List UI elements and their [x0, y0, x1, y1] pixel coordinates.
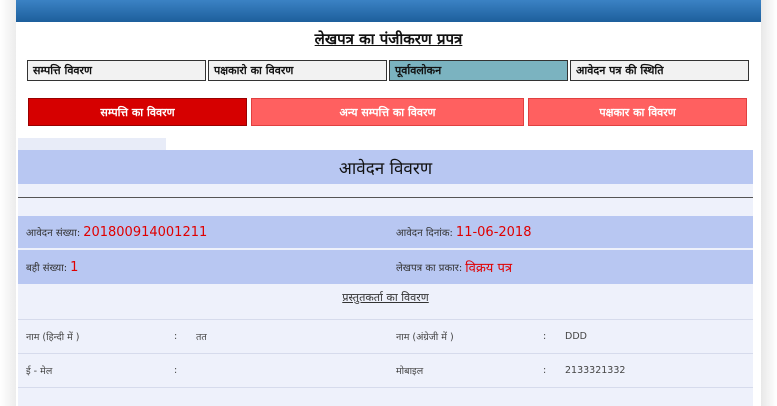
divider	[18, 387, 753, 388]
bahi-number-label: बही संख्या:	[26, 263, 68, 274]
colon: :	[174, 330, 178, 342]
tab-party-details[interactable]: पक्षकार का विवरण	[528, 98, 747, 126]
application-number-value: 201800914001211	[83, 224, 208, 240]
deed-type: लेखपत्र का प्रकार: विक्रय पत्र	[396, 250, 512, 284]
left-shadow	[0, 0, 16, 406]
section-tabs: सम्पत्ति का विवरण अन्य सम्पत्ति का विवरण…	[28, 98, 747, 126]
name-row: नाम (हिन्दी में ) : तत नाम (अंग्रेजी में…	[18, 322, 753, 350]
contact-row: ई - मेल : मोबाइल : 2133321332	[18, 356, 753, 384]
step-party-details[interactable]: पक्षकारो का विवरण	[208, 60, 387, 81]
name-english-label: नाम (अंग्रेजी में )	[396, 331, 454, 343]
divider	[18, 197, 753, 198]
bahi-number-value: 1	[70, 259, 79, 275]
header-bar	[16, 0, 761, 22]
name-hindi-value: तत	[196, 331, 207, 343]
application-date-value: 11-06-2018	[455, 224, 532, 240]
divider	[18, 319, 753, 320]
step-navigation: सम्पत्ति विवरण पक्षकारो का विवरण पूर्वाव…	[27, 60, 749, 81]
tab-property-details[interactable]: सम्पत्ति का विवरण	[28, 98, 247, 126]
colon: :	[543, 330, 547, 342]
application-date-label: आवेदन दिनांक:	[396, 228, 453, 239]
name-english-value: DDD	[565, 330, 587, 342]
deed-info-row: बही संख्या: 1 लेखपत्र का प्रकार: विक्रय …	[18, 250, 753, 284]
page-title: लेखपत्र का पंजीकरण प्रपत्र	[314, 30, 463, 48]
deed-type-value: विक्रय पत्र	[465, 261, 513, 276]
bahi-number: बही संख्या: 1	[26, 250, 78, 284]
panel-tab-stub	[18, 138, 166, 150]
colon: :	[543, 364, 547, 376]
deed-type-label: लेखपत्र का प्रकार:	[396, 263, 463, 274]
name-hindi-label: नाम (हिन्दी में )	[26, 331, 80, 343]
panel-heading: आवेदन विवरण	[18, 150, 753, 184]
colon: :	[174, 364, 178, 376]
application-number: आवेदन संख्या: 201800914001211	[26, 216, 207, 248]
application-number-label: आवेदन संख्या:	[26, 228, 81, 239]
application-details-panel: आवेदन विवरण आवेदन संख्या: 20180091400121…	[18, 150, 753, 406]
page: लेखपत्र का पंजीकरण प्रपत्र सम्पत्ति विवर…	[0, 0, 777, 406]
presenter-heading: प्रस्तुतकर्ता का विवरण	[342, 291, 429, 304]
application-info-row: आवेदन संख्या: 201800914001211 आवेदन दिना…	[18, 216, 753, 248]
right-shadow	[761, 0, 777, 406]
divider	[18, 353, 753, 354]
step-application-status[interactable]: आवेदन पत्र की स्थिति	[570, 60, 749, 81]
tab-other-property-details[interactable]: अन्य सम्पत्ति का विवरण	[250, 98, 525, 126]
step-property-details[interactable]: सम्पत्ति विवरण	[27, 60, 206, 81]
step-preview[interactable]: पूर्वावलोकन	[389, 60, 568, 81]
mobile-value: 2133321332	[565, 364, 626, 376]
application-date: आवेदन दिनांक: 11-06-2018	[396, 216, 531, 248]
mobile-label: मोबाइल	[396, 365, 424, 377]
email-label: ई - मेल	[26, 365, 53, 377]
